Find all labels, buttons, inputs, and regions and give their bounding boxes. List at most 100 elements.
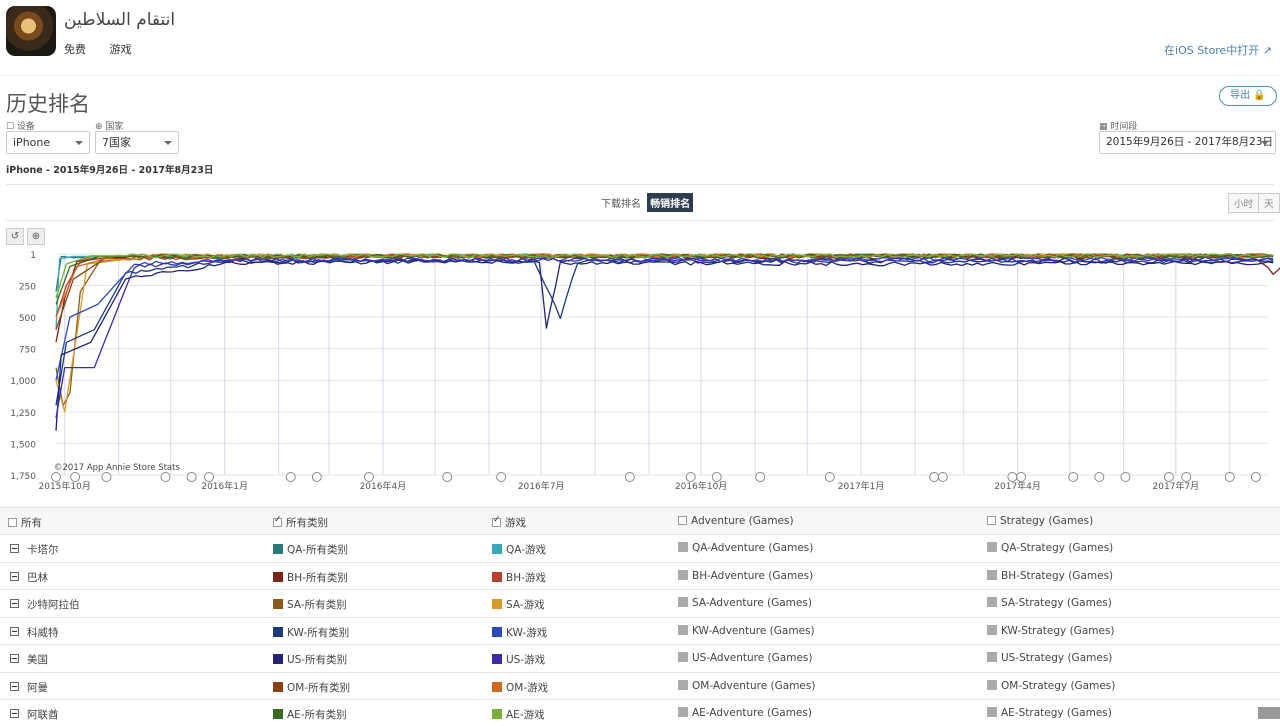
series-toggle[interactable]: SA-Strategy (Games)	[987, 597, 1112, 609]
series-toggle[interactable]: OM-Strategy (Games)	[987, 679, 1115, 692]
legend-label: QA-所有类别	[287, 544, 349, 556]
export-button[interactable]: 导出 🔒	[1219, 86, 1277, 106]
page-title: 历史排名	[6, 92, 90, 116]
divider	[6, 220, 1274, 221]
series-toggle[interactable]: BH-游戏	[492, 570, 546, 585]
checkbox[interactable]	[8, 518, 17, 527]
legend-row: 卡塔尔 QA-所有类别 QA-游戏 QA-Adventure (Games) QA-St…	[0, 534, 1280, 561]
color-swatch	[492, 599, 502, 609]
legend-header-row: 所有 所有类别 游戏 Adventure (Games) Strategy (Games…	[0, 507, 1280, 534]
series-toggle[interactable]: OM-所有类别	[273, 680, 350, 695]
checkbox[interactable]	[987, 516, 996, 525]
country-cell[interactable]: 巴林	[10, 570, 48, 585]
series-toggle[interactable]: KW-Adventure (Games)	[678, 624, 815, 637]
open-in-ios-store-link[interactable]: 在iOS Store中打开 ↗	[1164, 42, 1272, 58]
collapse-icon[interactable]	[10, 571, 19, 581]
color-swatch	[987, 569, 997, 580]
series-toggle[interactable]: US-Strategy (Games)	[987, 652, 1112, 664]
color-swatch	[678, 652, 688, 662]
series-line	[55, 253, 1274, 330]
device-select[interactable]: iPhone	[6, 131, 90, 154]
event-marker	[937, 472, 948, 482]
granularity-hour-button[interactable]: 小时	[1229, 194, 1259, 212]
checkbox[interactable]	[273, 515, 282, 527]
series-toggle[interactable]: US-Adventure (Games)	[678, 652, 812, 664]
country-cell[interactable]: 阿联酋	[10, 707, 59, 722]
device-select-value: iPhone	[13, 136, 51, 149]
checkbox[interactable]	[678, 516, 687, 525]
y-tick-label: 1,250	[10, 409, 36, 419]
collapse-icon[interactable]	[10, 544, 19, 553]
rank-history-chart[interactable]: 1 250 500 750 1,000 1,250 1,500 1,7502015年10月 20…	[0, 246, 1280, 496]
granularity-day-button[interactable]: 天	[1258, 194, 1279, 212]
series-toggle[interactable]: BH-所有类别	[273, 570, 348, 585]
color-swatch	[273, 626, 283, 637]
series-toggle[interactable]: SA-游戏	[492, 597, 545, 612]
series-toggle[interactable]: SA-所有类别	[273, 597, 347, 612]
legend-label: KW-所有类别	[287, 626, 350, 639]
country-cell[interactable]: 卡塔尔	[10, 542, 59, 557]
series-toggle[interactable]: KW-游戏	[492, 625, 547, 640]
series-toggle[interactable]: BH-Strategy (Games)	[987, 569, 1113, 582]
app-icon[interactable]	[6, 6, 56, 56]
series-toggle[interactable]: AE-游戏	[492, 707, 545, 722]
event-marker	[1016, 472, 1027, 482]
color-swatch	[492, 709, 502, 719]
checkbox[interactable]	[492, 515, 501, 527]
app-header: انتقام السلاطين 免费 游戏 在iOS Store中打开 ↗	[0, 0, 1280, 76]
collapse-icon[interactable]	[10, 654, 19, 663]
country-cell[interactable]: 科威特	[10, 625, 59, 640]
series-toggle[interactable]: OM-Adventure (Games)	[678, 679, 815, 692]
color-swatch	[273, 571, 283, 582]
series-toggle[interactable]: US-游戏	[492, 652, 545, 667]
scroll-top-button[interactable]	[1258, 707, 1280, 719]
legend-label: QA-游戏	[506, 544, 547, 556]
series-toggle[interactable]: QA-Strategy (Games)	[987, 542, 1113, 554]
legend-row: 阿曼 OM-所有类别 OM-游戏 OM-Adventure (Games) OM-Str…	[0, 671, 1280, 699]
collapse-icon[interactable]	[10, 599, 19, 608]
series-toggle[interactable]: SA-Adventure (Games)	[678, 597, 812, 609]
collapse-icon[interactable]	[10, 626, 19, 636]
date-range-select[interactable]: 2015年9月26日 - 2017年8月23日	[1099, 131, 1276, 154]
legend-header-cell[interactable]: Strategy (Games)	[987, 515, 1093, 527]
collapse-icon[interactable]	[10, 681, 19, 691]
series-toggle[interactable]: QA-所有类别	[273, 542, 348, 557]
series-toggle[interactable]: BH-Adventure (Games)	[678, 569, 813, 582]
country-select[interactable]: 7国家	[95, 131, 179, 154]
series-toggle[interactable]: KW-所有类别	[273, 625, 349, 640]
legend-header-cell[interactable]: Adventure (Games)	[678, 515, 794, 527]
series-toggle[interactable]: AE-所有类别	[273, 707, 347, 722]
series-toggle[interactable]: US-所有类别	[273, 652, 347, 667]
tab-downloads-rank[interactable]: 下载排名	[598, 193, 644, 212]
country-cell[interactable]: 阿曼	[10, 680, 48, 695]
legend-header-cell[interactable]: 游戏	[492, 515, 526, 530]
legend-label: 美国	[27, 654, 48, 666]
legend-label: KW-游戏	[506, 626, 548, 639]
series-toggle[interactable]: KW-Strategy (Games)	[987, 624, 1115, 637]
country-cell[interactable]: 美国	[10, 652, 48, 667]
country-cell[interactable]: 沙特阿拉伯	[10, 597, 80, 612]
legend-label: QA-Strategy (Games)	[1001, 542, 1114, 554]
legend-label: BH-游戏	[506, 571, 546, 584]
event-marker	[824, 472, 835, 482]
series-toggle[interactable]: AE-Adventure (Games)	[678, 707, 812, 719]
series-toggle[interactable]: OM-游戏	[492, 680, 548, 695]
legend-label: OM-游戏	[506, 681, 549, 694]
x-tick-label: 2016年4月	[360, 480, 407, 492]
tab-grossing-rank[interactable]: 畅销排名	[647, 193, 694, 212]
reset-zoom-icon[interactable]: ↺	[6, 228, 24, 245]
collapse-icon[interactable]	[10, 709, 19, 718]
event-marker	[285, 472, 296, 482]
series-toggle[interactable]: QA-Adventure (Games)	[678, 542, 813, 554]
color-swatch	[678, 569, 688, 580]
legend-header-cell[interactable]: 所有	[8, 515, 42, 530]
series-line	[55, 253, 1274, 407]
color-swatch	[273, 599, 283, 609]
series-toggle[interactable]: AE-Strategy (Games)	[987, 707, 1112, 719]
legend-label: QA-Adventure (Games)	[692, 542, 814, 554]
legend-header-cell[interactable]: 所有类别	[273, 515, 328, 530]
series-toggle[interactable]: QA-游戏	[492, 542, 546, 557]
legend-label: US-游戏	[506, 654, 546, 666]
color-swatch	[987, 624, 997, 635]
zoom-icon[interactable]: ⊕	[27, 228, 45, 245]
